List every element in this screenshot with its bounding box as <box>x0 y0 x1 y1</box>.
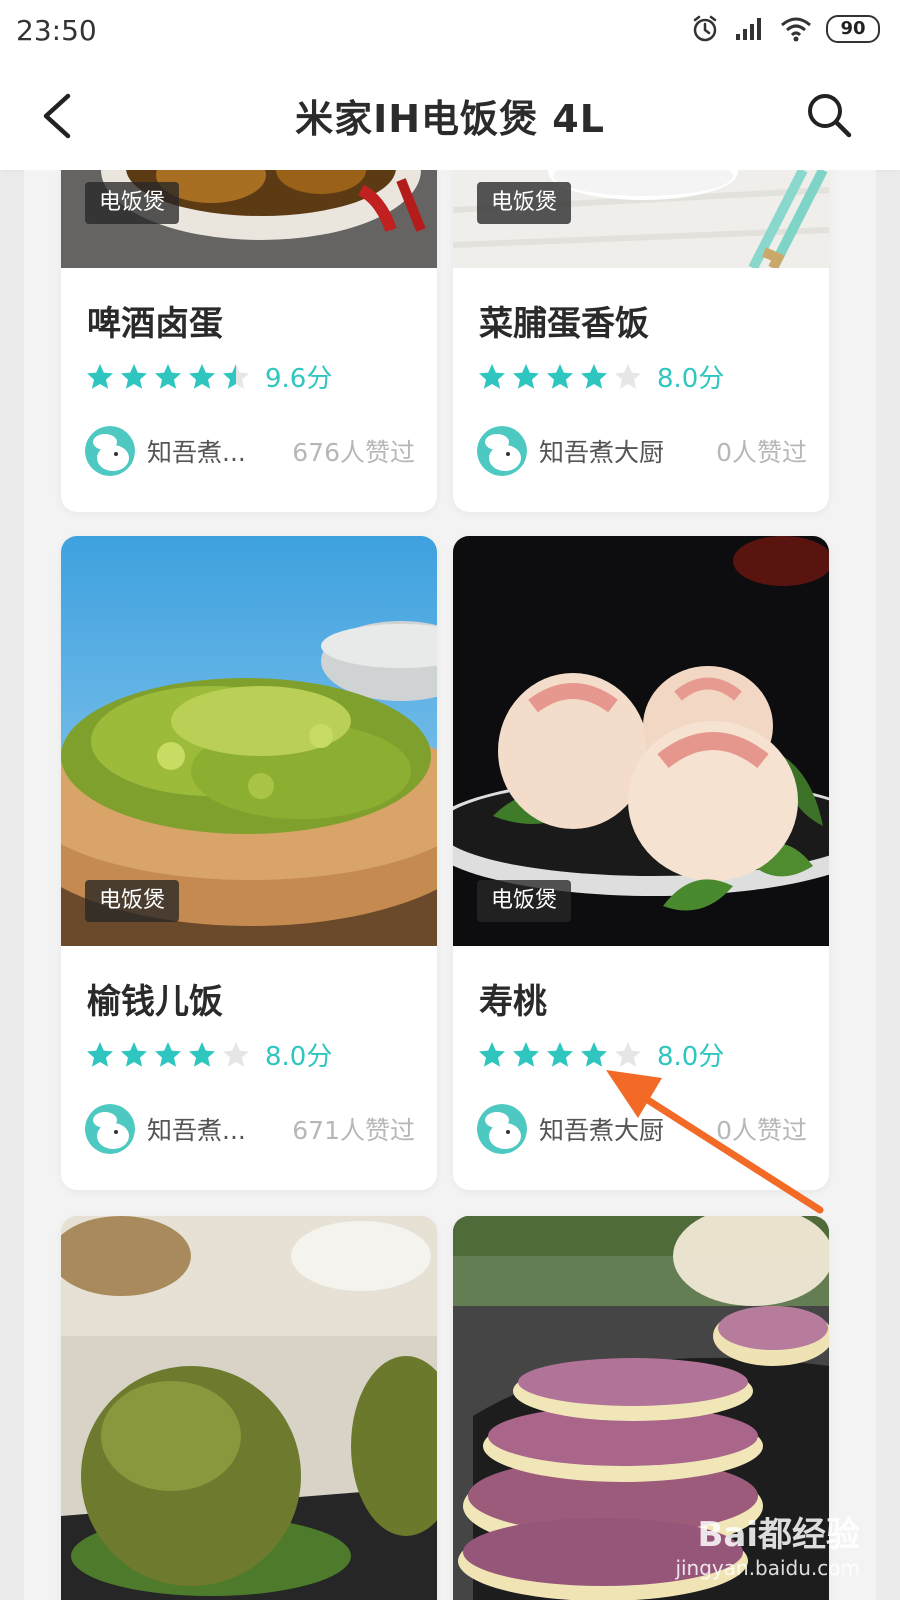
recipe-title: 榆钱儿饭 <box>87 982 223 1022</box>
star-rating <box>85 1040 251 1070</box>
rating: 9.6分 <box>85 358 332 395</box>
like-count: 671人赞过 <box>292 1116 415 1145</box>
star-rating <box>85 362 251 392</box>
rating-score: 9.6分 <box>265 364 333 394</box>
star-filled-icon <box>87 363 113 389</box>
category-tag: 电饭煲 <box>477 182 572 224</box>
watermark-url: jingyan.baidu.com <box>675 1556 860 1580</box>
recipe-photo: 电饭煲 <box>453 170 829 268</box>
recipe-card[interactable] <box>61 1216 437 1600</box>
baidu-watermark: Bai都经验 jingyan.baidu.com <box>675 1507 860 1580</box>
star-rating <box>477 362 643 392</box>
rating-score: 8.0分 <box>265 1042 333 1072</box>
star-filled-icon <box>121 363 147 389</box>
star-filled-icon <box>189 363 215 389</box>
recipe-list[interactable]: 电饭煲 啤酒卤蛋 9.6分 知吾煮... 676人赞过 电饭煲 菜脯蛋香饭 8.… <box>24 170 876 1600</box>
recipe-photo: 电饭煲 <box>61 170 437 268</box>
author-name[interactable]: 知吾煮... <box>147 1111 246 1147</box>
star-filled-icon <box>479 1041 505 1067</box>
chef-avatar[interactable] <box>85 1104 135 1154</box>
recipe-card[interactable]: 电饭煲 寿桃 8.0分 知吾煮大厨 0人赞过 <box>453 536 829 1190</box>
battery-indicator: 90 <box>826 15 880 43</box>
signal-icon <box>736 18 761 40</box>
recipe-title: 寿桃 <box>479 982 547 1022</box>
star-filled-icon <box>155 363 181 389</box>
watermark-logo: Bai都经验 <box>697 1515 860 1555</box>
star-filled-icon <box>513 363 539 389</box>
star-filled-icon <box>547 363 573 389</box>
like-count: 0人赞过 <box>716 438 807 467</box>
rating-score: 8.0分 <box>657 364 725 394</box>
chef-avatar[interactable] <box>477 1104 527 1154</box>
status-time: 23:50 <box>16 14 97 47</box>
star-filled-icon <box>155 1041 181 1067</box>
recipe-card[interactable]: 电饭煲 菜脯蛋香饭 8.0分 知吾煮大厨 0人赞过 <box>453 170 829 512</box>
card-meta: 知吾煮... 676人赞过 <box>85 426 415 476</box>
star-filled-icon <box>513 1041 539 1067</box>
card-body: 寿桃 8.0分 知吾煮大厨 0人赞过 <box>453 946 829 1190</box>
star-filled-icon <box>581 363 607 389</box>
card-body: 啤酒卤蛋 9.6分 知吾煮... 676人赞过 <box>61 268 437 512</box>
rating-score: 8.0分 <box>657 1042 725 1072</box>
category-tag: 电饭煲 <box>85 880 180 922</box>
rating: 8.0分 <box>477 1036 724 1073</box>
category-tag: 电饭煲 <box>477 880 572 922</box>
star-filled-icon <box>189 1041 215 1067</box>
author-name[interactable]: 知吾煮大厨 <box>539 433 664 469</box>
star-empty-icon <box>223 1041 249 1067</box>
recipe-card[interactable]: 电饭煲 啤酒卤蛋 9.6分 知吾煮... 676人赞过 <box>61 170 437 512</box>
star-rating <box>477 1040 643 1070</box>
card-meta: 知吾煮... 671人赞过 <box>85 1104 415 1154</box>
nav-bar: 米家IH电饭煲 4L <box>0 62 900 170</box>
status-icons: 90 <box>690 14 880 44</box>
star-empty-icon <box>615 363 641 389</box>
star-filled-icon <box>223 363 249 389</box>
card-meta: 知吾煮大厨 0人赞过 <box>477 1104 807 1154</box>
page-title: 米家IH电饭煲 4L <box>295 97 605 141</box>
like-count: 0人赞过 <box>716 1116 807 1145</box>
star-filled-icon <box>581 1041 607 1067</box>
chef-avatar[interactable] <box>85 426 135 476</box>
status-bar: 23:50 90 <box>0 0 900 62</box>
card-meta: 知吾煮大厨 0人赞过 <box>477 426 807 476</box>
star-filled-icon <box>547 1041 573 1067</box>
recipe-title: 啤酒卤蛋 <box>87 304 223 344</box>
search-icon[interactable] <box>804 90 854 140</box>
star-empty-icon <box>615 1041 641 1067</box>
card-body: 菜脯蛋香饭 8.0分 知吾煮大厨 0人赞过 <box>453 268 829 512</box>
wifi-icon <box>781 17 811 42</box>
category-tag: 电饭煲 <box>85 182 180 224</box>
like-count: 676人赞过 <box>292 438 415 467</box>
chef-avatar[interactable] <box>477 426 527 476</box>
author-name[interactable]: 知吾煮大厨 <box>539 1111 664 1147</box>
alarm-icon <box>693 15 717 42</box>
recipe-photo: 电饭煲 <box>61 536 437 946</box>
star-filled-icon <box>479 363 505 389</box>
recipe-photo: 电饭煲 <box>453 536 829 946</box>
star-filled-icon <box>121 1041 147 1067</box>
star-filled-icon <box>87 1041 113 1067</box>
recipe-photo <box>61 1216 437 1600</box>
rating: 8.0分 <box>85 1036 332 1073</box>
card-body: 榆钱儿饭 8.0分 知吾煮... 671人赞过 <box>61 946 437 1190</box>
rating: 8.0分 <box>477 358 724 395</box>
author-name[interactable]: 知吾煮... <box>147 433 246 469</box>
recipe-card[interactable]: 电饭煲 榆钱儿饭 8.0分 知吾煮... 671人赞过 <box>61 536 437 1190</box>
recipe-title: 菜脯蛋香饭 <box>479 304 649 344</box>
